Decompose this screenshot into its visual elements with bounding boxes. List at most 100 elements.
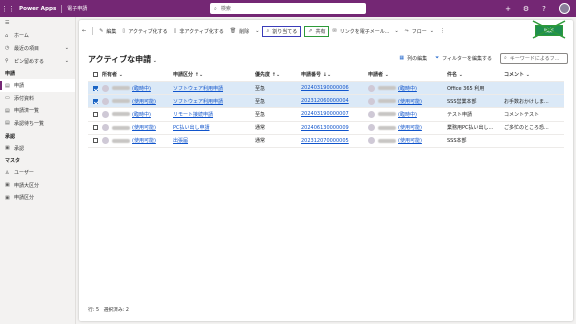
app-title[interactable]: 電子申請 bbox=[62, 5, 87, 12]
subject-cell: SSS本部 bbox=[447, 138, 467, 145]
applicant-cell[interactable]: (使用可能) bbox=[368, 97, 447, 105]
owner-status[interactable]: (臨時中) bbox=[132, 111, 151, 118]
number-link[interactable]: 20240319000000​7 bbox=[301, 111, 349, 117]
row-checkbox[interactable] bbox=[88, 85, 102, 91]
comment-cell: お手数おかけしま... bbox=[504, 98, 549, 105]
number-cell[interactable]: 20231207000000​5 bbox=[301, 138, 368, 144]
activate-button[interactable]: ▯ アクティブ化する bbox=[119, 26, 170, 37]
help-icon[interactable]: ? bbox=[535, 5, 553, 13]
header-priority[interactable]: 優先度 ↑⌄ bbox=[255, 71, 301, 78]
sidebar-collapse-button[interactable]: ☰ bbox=[0, 17, 75, 30]
owner-status[interactable]: (使用可能) bbox=[132, 137, 156, 144]
category-link[interactable]: リモート接続申請 bbox=[173, 112, 213, 118]
select-all-checkbox[interactable] bbox=[88, 72, 102, 77]
table-row[interactable]: (使用可能) 出張届 通常 20231207000000​5 (使用可能) SSS本部 bbox=[88, 135, 564, 148]
view-selector[interactable]: アクティブな申請 ⌄ bbox=[88, 54, 157, 65]
edit-filters-button[interactable]: ⏷ フィルターを編集する bbox=[435, 55, 492, 62]
header-comment[interactable]: コメント ⌄ bbox=[504, 71, 564, 78]
number-cell[interactable]: 20240319000000​6 bbox=[301, 85, 368, 91]
sidebar-item[interactable]: ♙ ユーザー bbox=[0, 166, 75, 179]
number-link[interactable]: 20231207000000​5 bbox=[301, 138, 349, 144]
app-launcher-icon[interactable]: ⋮⋮ bbox=[0, 5, 16, 13]
search-box[interactable]: ⌕ 検索 bbox=[210, 3, 366, 14]
row-count: 行: 5 bbox=[88, 308, 99, 313]
back-button[interactable]: ← bbox=[79, 26, 96, 37]
owner-status[interactable]: (使用可能) bbox=[132, 98, 156, 105]
sidebar-item[interactable]: ▤ 承認待ち一覧 bbox=[0, 117, 75, 130]
category-link[interactable]: 出張届 bbox=[173, 138, 188, 144]
owner-status[interactable]: (使用可能) bbox=[132, 124, 156, 131]
category-cell[interactable]: ソフトウェア利用申請 bbox=[173, 98, 255, 105]
applicant-status[interactable]: (使用可能) bbox=[398, 137, 422, 144]
number-cell[interactable]: 20231206000000​4 bbox=[301, 98, 368, 104]
number-link[interactable]: 20240319000000​6 bbox=[301, 85, 349, 91]
category-link[interactable]: ソフトウェア利用申請 bbox=[173, 86, 223, 92]
number-link[interactable]: 20240613000000​9 bbox=[301, 125, 349, 131]
assign-button[interactable]: ⌕ 割り当てる bbox=[262, 25, 302, 37]
delete-button[interactable]: 🗑 削除 ⌄ bbox=[227, 26, 263, 37]
sidebar-item[interactable]: ◷ 最近の項目 ⌄ bbox=[0, 42, 75, 55]
sidebar-item[interactable]: ▤ 申請 bbox=[0, 79, 75, 92]
sidebar-item[interactable]: ⚲ ピン留めする ⌄ bbox=[0, 55, 75, 68]
owner-cell[interactable]: (臨時中) bbox=[102, 84, 173, 92]
subject-cell: テスト申請 bbox=[447, 111, 473, 118]
sidebar-item[interactable]: ▤ 申請済一覧 bbox=[0, 105, 75, 118]
applicant-cell[interactable]: (臨時中) bbox=[368, 110, 447, 118]
category-cell[interactable]: PC払い出し申請 bbox=[173, 124, 255, 131]
owner-cell[interactable]: (使用可能) bbox=[102, 97, 173, 105]
number-cell[interactable]: 20240613000000​9 bbox=[301, 125, 368, 131]
row-checkbox[interactable] bbox=[88, 138, 102, 144]
number-cell[interactable]: 20240319000000​7 bbox=[301, 111, 368, 117]
table-row[interactable]: (臨時中) リモート接続申請 至急 20240319000000​7 (臨時中) テスト申… bbox=[88, 108, 564, 122]
category-cell[interactable]: 出張届 bbox=[173, 137, 255, 144]
row-checkbox[interactable] bbox=[88, 111, 102, 117]
edit-columns-button[interactable]: ▦ 列の編集 bbox=[399, 55, 427, 62]
header-subject[interactable]: 件名 ⌄ bbox=[447, 71, 504, 78]
owner-status[interactable]: (臨時中) bbox=[132, 85, 151, 92]
applicant-cell[interactable]: (臨時中) bbox=[368, 84, 447, 92]
table-row[interactable]: (使用可能) PC払い出し申請 通常 20240613000000​9 (使用可能) 業務… bbox=[88, 122, 564, 135]
sidebar-item[interactable]: ▭ 添付資料 bbox=[0, 92, 75, 105]
deactivate-button[interactable]: ▯ 非アクティブ化する bbox=[171, 26, 227, 37]
applicant-cell[interactable]: (使用可能) bbox=[368, 137, 447, 145]
category-cell[interactable]: リモート接続申請 bbox=[173, 111, 255, 118]
table-row[interactable]: (臨時中) ソフトウェア利用申請 至急 20240319000000​6 (臨時中) Of… bbox=[88, 82, 564, 96]
settings-icon[interactable]: ⚙ bbox=[517, 5, 535, 13]
add-icon[interactable]: + bbox=[499, 5, 517, 13]
email-link-button[interactable]: ✉ リンクを電子メール... ⌄ bbox=[329, 26, 401, 37]
owner-cell[interactable]: (使用可能) bbox=[102, 137, 173, 145]
header-owner-label: 所有者 bbox=[102, 72, 118, 78]
edit-filter-button[interactable]: 編集 bbox=[535, 25, 563, 36]
number-link[interactable]: 20231206000000​4 bbox=[301, 98, 349, 104]
sidebar-item[interactable]: ▣ 申請大区分 bbox=[0, 179, 75, 192]
category-link[interactable]: ソフトウェア利用申請 bbox=[173, 99, 223, 105]
applicant-status[interactable]: (使用可能) bbox=[398, 98, 422, 105]
chevron-down-icon[interactable]: ⌄ bbox=[394, 28, 398, 34]
app-name[interactable]: Power Apps bbox=[16, 6, 61, 12]
table-row[interactable]: (使用可能) ソフトウェア利用申請 至急 20231206000000​4 (使用可能)… bbox=[88, 95, 564, 109]
applicant-status[interactable]: (使用可能) bbox=[398, 124, 422, 131]
sidebar-item[interactable]: ⌂ ホーム bbox=[0, 30, 75, 43]
header-category[interactable]: 申請区分 ↑⌄ bbox=[173, 71, 255, 78]
sidebar-item[interactable]: ▣ 申請区分 bbox=[0, 192, 75, 205]
row-checkbox[interactable] bbox=[88, 125, 102, 131]
category-cell[interactable]: ソフトウェア利用申請 bbox=[173, 85, 255, 92]
share-button[interactable]: ⇗ 共有 bbox=[304, 25, 330, 37]
row-checkbox[interactable] bbox=[88, 98, 102, 104]
more-commands-button[interactable]: ⋮ bbox=[437, 26, 448, 37]
applicant-status[interactable]: (臨時中) bbox=[398, 111, 417, 118]
user-avatar[interactable] bbox=[559, 3, 570, 14]
keyword-filter-input[interactable]: ⌕ キーワードによるフ... bbox=[500, 52, 568, 64]
header-owner[interactable]: 所有者 ⌄ bbox=[102, 71, 173, 79]
category-link[interactable]: PC払い出し申請 bbox=[173, 125, 210, 131]
owner-cell[interactable]: (臨時中) bbox=[102, 110, 173, 118]
header-number[interactable]: 申請番号 ↓⌄ bbox=[301, 71, 368, 78]
header-applicant[interactable]: 申請者 ⌄ bbox=[368, 71, 447, 79]
applicant-status[interactable]: (臨時中) bbox=[398, 85, 417, 92]
owner-cell[interactable]: (使用可能) bbox=[102, 124, 173, 132]
chevron-down-icon[interactable]: ⌄ bbox=[255, 28, 259, 34]
edit-button[interactable]: ✎ 編集 bbox=[96, 26, 119, 37]
applicant-cell[interactable]: (使用可能) bbox=[368, 124, 447, 132]
sidebar-item[interactable]: ▣ 承認 bbox=[0, 142, 75, 155]
flow-button[interactable]: ⤳ フロー ⌄ bbox=[402, 26, 437, 37]
